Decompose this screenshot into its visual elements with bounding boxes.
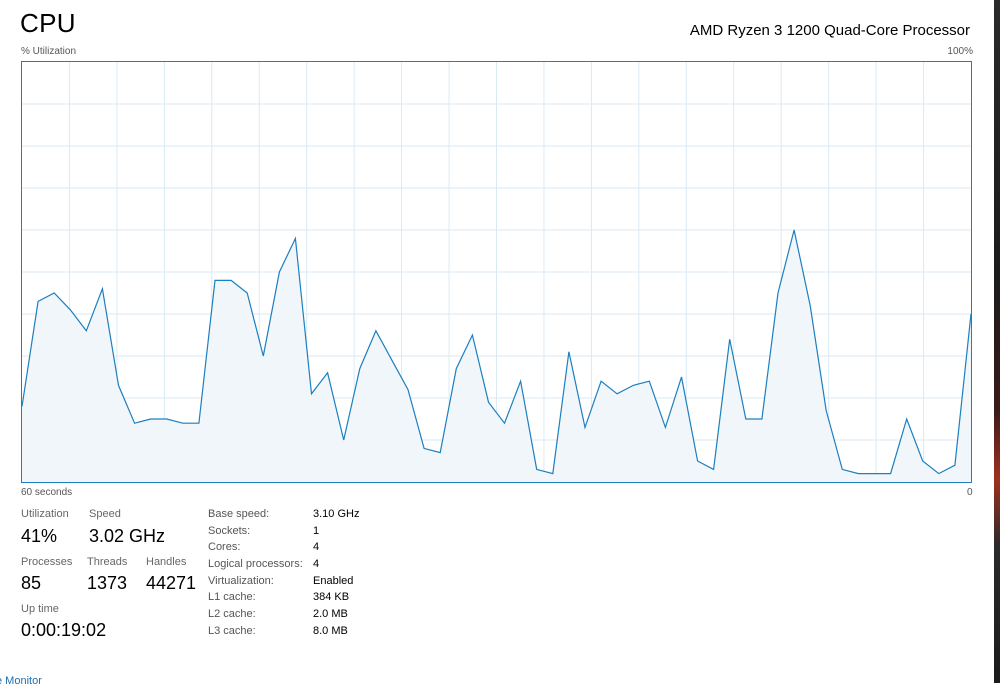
utilization-value: 41% [21, 526, 58, 546]
background-window-edge [994, 0, 1000, 683]
spec-row-sockets: Sockets: 1 [208, 525, 408, 542]
spec-row-l2-cache: L2 cache: 2.0 MB [208, 608, 408, 625]
spec-row-l1-cache: L1 cache: 384 KB [208, 591, 408, 608]
spec-value: 3.10 GHz [313, 508, 360, 520]
spec-label: Sockets: [208, 524, 251, 537]
threads-label: Threads [87, 556, 128, 568]
spec-label: L2 cache: [208, 608, 256, 621]
y-axis-label: % Utilization [21, 46, 77, 57]
spec-value: 1 [313, 524, 320, 537]
threads-value: 1373 [87, 573, 128, 593]
spec-label: Base speed: [208, 508, 270, 520]
cpu-utilization-graph [21, 61, 972, 483]
speed-value: 3.02 GHz [89, 526, 166, 546]
spec-label: Virtualization: [208, 574, 274, 587]
spec-row-l3-cache: L3 cache: 8.0 MB [208, 625, 408, 642]
speed-label: Speed [89, 508, 121, 520]
spec-label: Logical processors: [208, 558, 303, 571]
handles-value: 44271 [146, 573, 197, 593]
spec-value: 2.0 MB [313, 608, 348, 621]
y-axis-max-label: 100% [947, 46, 973, 57]
processes-value: 85 [21, 573, 42, 593]
spec-value: Enabled [313, 574, 354, 587]
uptime-value: 0:00:19:02 [21, 620, 107, 640]
spec-row-logical-processors: Logical processors: 4 [208, 558, 408, 575]
spec-row-cores: Cores: 4 [208, 541, 408, 558]
spec-label: L1 cache: [208, 591, 256, 604]
resource-monitor-link[interactable]: e Monitor [0, 675, 42, 687]
spec-label: Cores: [208, 541, 241, 554]
x-axis-right-label: 0 [967, 487, 973, 498]
spec-row-virtualization: Virtualization: Enabled [208, 575, 408, 592]
uptime-label: Up time [21, 603, 59, 615]
spec-value: 4 [313, 541, 320, 554]
page-title: CPU [20, 8, 76, 38]
processor-name: AMD Ryzen 3 1200 Quad-Core Processor [689, 22, 970, 39]
cpu-utilization-chart [21, 62, 972, 482]
spec-label: L3 cache: [208, 624, 256, 637]
processes-label: Processes [21, 556, 73, 568]
x-axis-left-label: 60 seconds [21, 487, 73, 498]
spec-row-base-speed: Base speed: 3.10 GHz [208, 508, 408, 525]
handles-label: Handles [146, 556, 187, 568]
cpu-specs: Base speed: 3.10 GHz Sockets: 1 Cores: 4… [208, 508, 408, 642]
spec-value: 8.0 MB [313, 624, 348, 637]
utilization-label: Utilization [21, 508, 69, 520]
spec-value: 4 [313, 558, 320, 571]
spec-value: 384 KB [313, 591, 350, 604]
